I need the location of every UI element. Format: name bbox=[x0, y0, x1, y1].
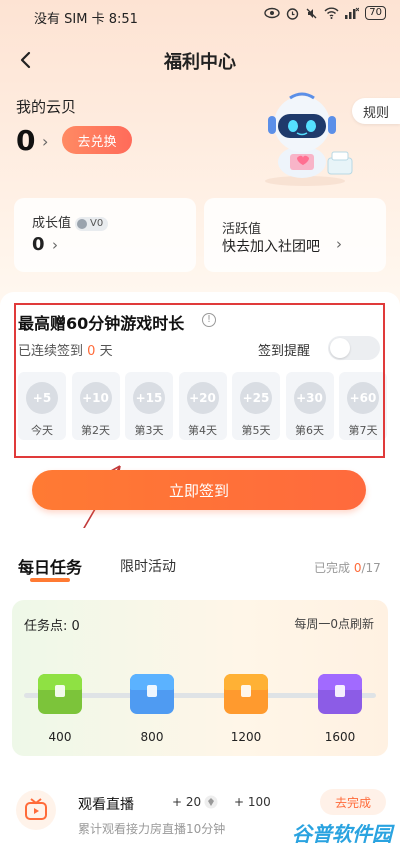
reward-points: + 20 bbox=[172, 795, 218, 809]
reward-coins-value: + 100 bbox=[234, 795, 271, 809]
treasure-chest-icon[interactable] bbox=[130, 674, 174, 714]
lock-icon bbox=[241, 685, 251, 697]
treasure-chest-icon[interactable] bbox=[318, 674, 362, 714]
reward-coins: + 100 bbox=[234, 795, 271, 809]
treasure-chest-icon[interactable] bbox=[38, 674, 82, 714]
refresh-note: 每周一0点刷新 bbox=[294, 617, 374, 631]
lock-icon bbox=[55, 685, 65, 697]
live-tv-icon bbox=[16, 790, 56, 830]
milestone-label: 400 bbox=[48, 730, 72, 744]
diamond-icon bbox=[204, 795, 218, 809]
watermark: 谷普软件园 bbox=[292, 822, 392, 846]
task-description: 累计观看接力房直播10分钟 bbox=[78, 822, 226, 836]
milestone-label: 1600 bbox=[324, 730, 356, 744]
tab-active-indicator bbox=[30, 578, 70, 582]
task-title: 观看直播 bbox=[78, 797, 134, 813]
completed-count: 已完成 0/17 bbox=[314, 559, 381, 576]
completed-total: /17 bbox=[361, 561, 381, 575]
lock-icon bbox=[335, 685, 345, 697]
go-complete-button[interactable]: 去完成 bbox=[320, 789, 386, 815]
tab-daily-tasks[interactable]: 每日任务 bbox=[18, 554, 82, 578]
completed-prefix: 已完成 bbox=[314, 561, 351, 575]
milestone-label: 1200 bbox=[230, 730, 262, 744]
task-points-label: 任务点: 0 bbox=[24, 619, 80, 634]
treasure-chest-icon[interactable] bbox=[224, 674, 268, 714]
signin-button[interactable]: 立即签到 bbox=[32, 470, 366, 510]
tab-limited-events[interactable]: 限时活动 bbox=[120, 556, 176, 576]
reward-points-value: + 20 bbox=[172, 795, 202, 809]
milestone-label: 800 bbox=[140, 730, 164, 744]
lock-icon bbox=[147, 685, 157, 697]
